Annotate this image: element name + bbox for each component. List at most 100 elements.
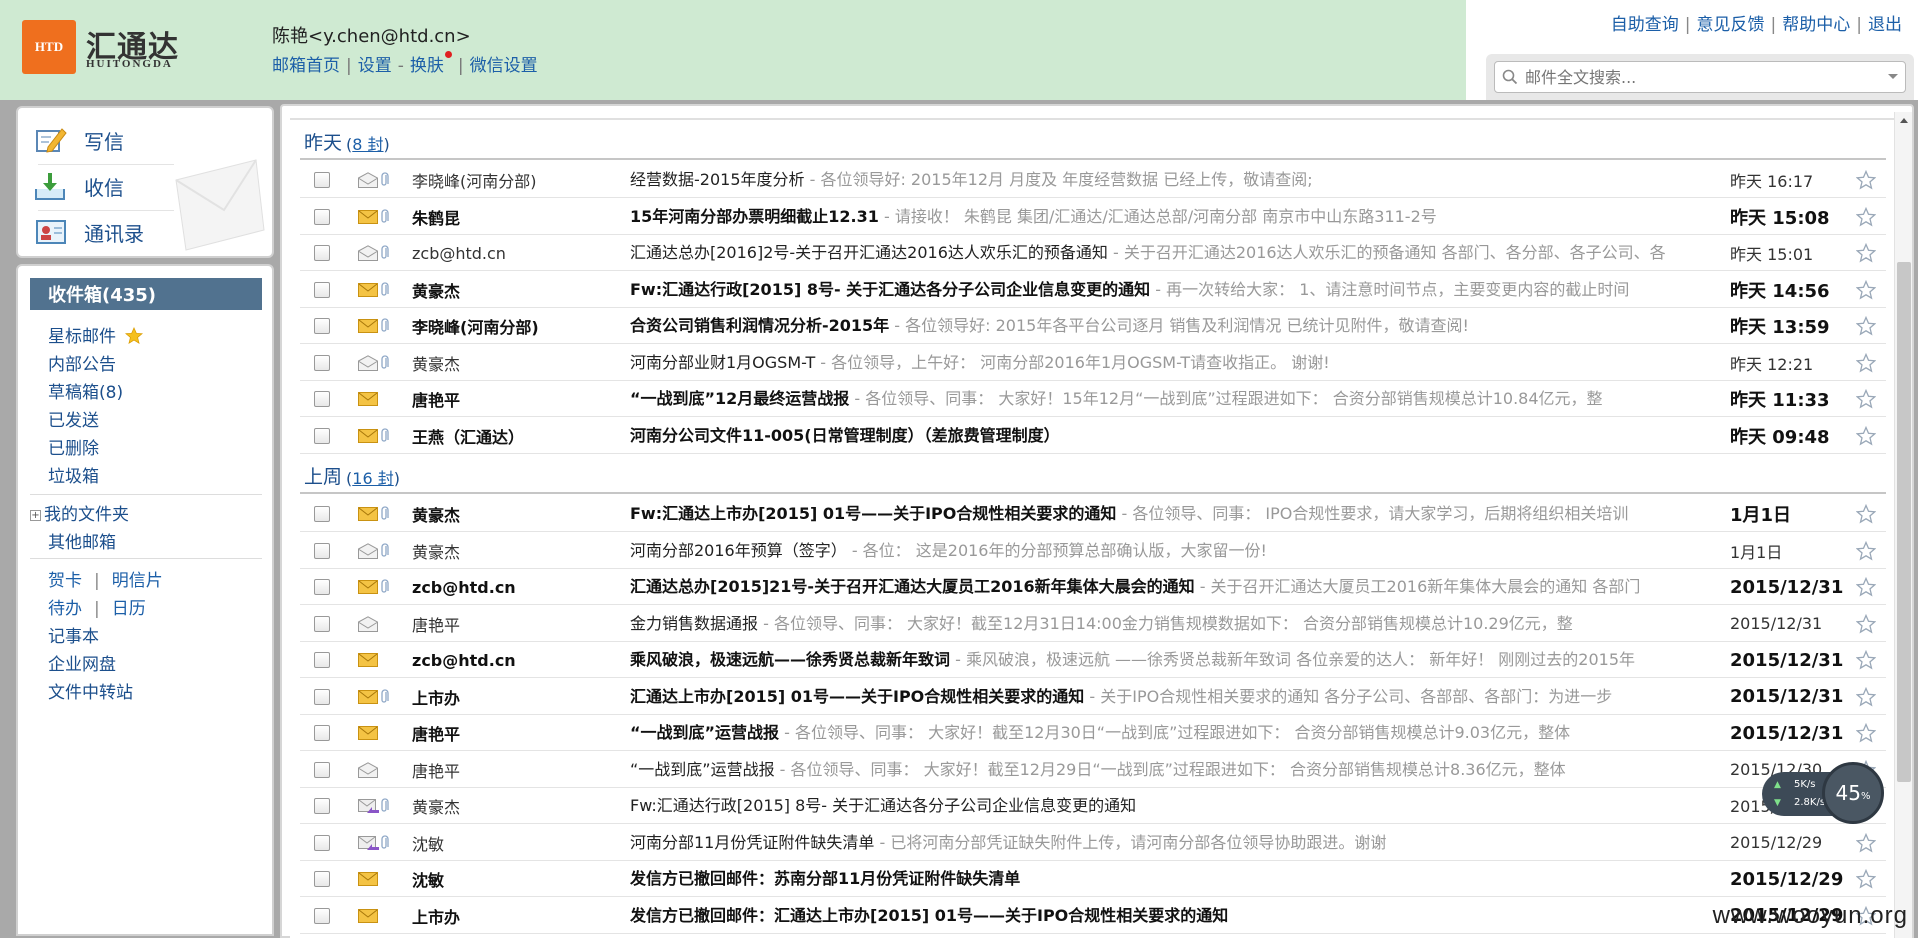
mail-row[interactable]: 黄豪杰 Fw:汇通达行政[2015] 8号- 关于汇通达各分子公司企业信息变更的通… xyxy=(300,272,1886,308)
select-checkbox[interactable] xyxy=(314,715,330,751)
star-outline-icon[interactable] xyxy=(1856,496,1880,532)
mail-subject-line[interactable]: Fw:汇通达上市办[2015] 01号——关于IPO合规性相关要求的通知 - 各… xyxy=(630,496,1690,532)
sidebar-item-starred[interactable]: 星标邮件 xyxy=(48,322,144,347)
star-outline-icon[interactable] xyxy=(1856,272,1880,308)
chevron-down-icon[interactable] xyxy=(1881,73,1905,81)
star-outline-icon[interactable] xyxy=(1856,308,1880,344)
select-checkbox[interactable] xyxy=(314,679,330,715)
select-checkbox[interactable] xyxy=(314,533,330,569)
star-outline-icon[interactable] xyxy=(1856,825,1880,861)
sidebar-item-sent[interactable]: 已发送 xyxy=(48,406,99,431)
network-speed-widget[interactable]: ▲ 5K/s ▼ 2.8K/s 45% xyxy=(1762,762,1884,824)
mail-row[interactable]: zcb@htd.cn 汇通达总办[2016]2号-关于召开汇通达2016达人欢乐汇… xyxy=(300,235,1886,271)
star-outline-icon[interactable] xyxy=(1856,162,1880,198)
star-outline-icon[interactable] xyxy=(1856,533,1880,569)
todo-link[interactable]: 待办 xyxy=(48,599,82,619)
mail-subject-line[interactable]: 15年河南分部办票明细截止12.31 - 请接收！ 朱鹤昆 集团/汇通达/汇通达… xyxy=(630,199,1690,235)
select-checkbox[interactable] xyxy=(314,235,330,271)
mail-subject-line[interactable]: “一战到底”12月最终运营战报 - 各位领导、同事： 大家好！15年12月“一战… xyxy=(630,381,1690,417)
mail-subject-line[interactable]: 发信方已撤回邮件：苏南分部11月份凭证附件缺失清单 xyxy=(630,861,1690,897)
select-checkbox[interactable] xyxy=(314,642,330,678)
select-checkbox[interactable] xyxy=(314,788,330,824)
mail-subject-line[interactable]: 发信方已撤回邮件：汇通达上市办[2015] 01号——关于IPO合规性相关要求的… xyxy=(630,898,1690,934)
mail-subject-line[interactable]: 乘风破浪，极速远航——徐秀贤总裁新年致词 - 乘风破浪，极速远航 ——徐秀贤总裁… xyxy=(630,642,1690,678)
sidebar-item-notebook[interactable]: 记事本 xyxy=(48,622,99,647)
star-outline-icon[interactable] xyxy=(1856,679,1880,715)
mail-row[interactable]: 沈敏 发信方已撤回邮件：苏南分部11月份凭证附件缺失清单 2015/12/29 xyxy=(300,861,1886,897)
wechat-settings-link[interactable]: 微信设置 xyxy=(470,56,538,76)
mail-row[interactable]: 沈敏 河南分部11月份凭证附件缺失清单 - 已将河南分部凭证缺失附件上传，请河南分… xyxy=(300,825,1886,861)
star-outline-icon[interactable] xyxy=(1856,381,1880,417)
scrollbar[interactable] xyxy=(1894,112,1912,938)
sidebar-item-netdisk[interactable]: 企业网盘 xyxy=(48,650,116,675)
select-checkbox[interactable] xyxy=(314,752,330,788)
select-checkbox[interactable] xyxy=(314,825,330,861)
mail-subject-line[interactable]: 河南分公司文件11-005(日常管理制度）（差旅费管理制度） xyxy=(630,418,1690,454)
scroll-thumb[interactable] xyxy=(1897,262,1911,782)
select-checkbox[interactable] xyxy=(314,606,330,642)
star-outline-icon[interactable] xyxy=(1856,606,1880,642)
group-count-link[interactable]: 8 封 xyxy=(352,135,383,154)
mail-row[interactable]: 李晓峰(河南分部) 经营数据-2015年度分析 - 各位领导好: 2015年12月… xyxy=(300,162,1886,198)
help-link[interactable]: 帮助中心 xyxy=(1782,15,1850,35)
mail-subject-line[interactable]: Fw:汇通达行政[2015] 8号- 关于汇通达各分子公司企业信息变更的通知 xyxy=(630,788,1690,824)
mailbox-home-link[interactable]: 邮箱首页 xyxy=(272,56,340,76)
mail-row[interactable]: 黄豪杰 Fw:汇通达上市办[2015] 01号——关于IPO合规性相关要求的通知 … xyxy=(300,496,1886,532)
scroll-up-arrow-icon[interactable] xyxy=(1899,116,1909,124)
mail-subject-line[interactable]: 汇通达上市办[2015] 01号——关于IPO合规性相关要求的通知 - 关于IP… xyxy=(630,679,1690,715)
mail-row[interactable]: 黄豪杰 Fw:汇通达行政[2015] 8号- 关于汇通达各分子公司企业信息变更的通… xyxy=(300,788,1886,824)
star-outline-icon[interactable] xyxy=(1856,418,1880,454)
star-outline-icon[interactable] xyxy=(1856,569,1880,605)
sidebar-item-internal[interactable]: 内部公告 xyxy=(48,350,116,375)
mail-row[interactable]: 上市办 汇通达上市办[2015] 01号——关于IPO合规性相关要求的通知 - 关… xyxy=(300,679,1886,715)
compose-button[interactable]: 写信 xyxy=(34,118,166,162)
sidebar-item-my-folders[interactable]: + 我的文件夹 xyxy=(30,500,129,525)
select-checkbox[interactable] xyxy=(314,162,330,198)
star-outline-icon[interactable] xyxy=(1856,199,1880,235)
star-outline-icon[interactable] xyxy=(1856,235,1880,271)
star-outline-icon[interactable] xyxy=(1856,642,1880,678)
sidebar-item-drafts[interactable]: 草稿箱(8) xyxy=(48,378,123,403)
mail-subject-line[interactable]: 合资公司销售利润情况分析-2015年 - 各位领导好: 2015年各平台公司逐月… xyxy=(630,308,1690,344)
calendar-link[interactable]: 日历 xyxy=(112,599,146,619)
star-outline-icon[interactable] xyxy=(1856,345,1880,381)
select-checkbox[interactable] xyxy=(314,199,330,235)
search-input[interactable] xyxy=(1525,67,1881,87)
star-outline-icon[interactable] xyxy=(1856,861,1880,897)
sidebar-item-inbox[interactable]: 收件箱(435) xyxy=(30,278,262,310)
mail-subject-line[interactable]: 金力销售数据通报 - 各位领导、同事： 大家好！截至12月31日14:00金力销… xyxy=(630,606,1690,642)
sidebar-item-other-mail[interactable]: 其他邮箱 xyxy=(48,528,116,553)
self-service-link[interactable]: 自助查询 xyxy=(1611,15,1679,35)
mail-subject-line[interactable]: 经营数据-2015年度分析 - 各位领导好: 2015年12月 月度及 年度经营… xyxy=(630,162,1690,198)
select-checkbox[interactable] xyxy=(314,496,330,532)
select-checkbox[interactable] xyxy=(314,381,330,417)
search-icon[interactable] xyxy=(1495,69,1525,85)
mail-row[interactable]: 上市办 发信方已撤回邮件：汇通达上市办[2015] 01号——关于IPO合规性相关… xyxy=(300,898,1886,934)
settings-link[interactable]: 设置 xyxy=(358,56,392,76)
mail-row[interactable]: 李晓峰(河南分部) 合资公司销售利润情况分析-2015年 - 各位领导好: 201… xyxy=(300,308,1886,344)
sidebar-item-file-transfer[interactable]: 文件中转站 xyxy=(48,678,133,703)
receive-button[interactable]: 收信 xyxy=(34,164,166,208)
mail-subject-line[interactable]: “一战到底”运营战报 - 各位领导、同事： 大家好！截至12月29日“一战到底”… xyxy=(630,752,1690,788)
expand-plus-icon[interactable]: + xyxy=(30,509,41,521)
select-checkbox[interactable] xyxy=(314,418,330,454)
select-checkbox[interactable] xyxy=(314,345,330,381)
postcard-link[interactable]: 明信片 xyxy=(112,571,163,591)
mail-subject-line[interactable]: 河南分部2016年预算（签字） - 各位： 这是2016年的分部预算总部确认版，… xyxy=(630,533,1690,569)
contacts-button[interactable]: 通讯录 xyxy=(34,210,166,254)
mail-row[interactable]: 黄豪杰 河南分部业财1月OGSM-T - 各位领导，上午好： 河南分部2016年1… xyxy=(300,345,1886,381)
sidebar-item-deleted[interactable]: 已删除 xyxy=(48,434,99,459)
mail-subject-line[interactable]: 河南分部11月份凭证附件缺失清单 - 已将河南分部凭证缺失附件上传，请河南分部各… xyxy=(630,825,1690,861)
group-count-link[interactable]: 16 封 xyxy=(352,469,393,488)
mail-row[interactable]: 唐艳平 金力销售数据通报 - 各位领导、同事： 大家好！截至12月31日14:00… xyxy=(300,606,1886,642)
mail-row[interactable]: zcb@htd.cn 乘风破浪，极速远航——徐秀贤总裁新年致词 - 乘风破浪，极速… xyxy=(300,642,1886,678)
select-checkbox[interactable] xyxy=(314,272,330,308)
mail-row[interactable]: zcb@htd.cn 汇通达总办[2015]21号-关于召开汇通达大厦员工2016… xyxy=(300,569,1886,605)
select-checkbox[interactable] xyxy=(314,308,330,344)
select-checkbox[interactable] xyxy=(314,861,330,897)
mail-row[interactable]: 朱鹤昆 15年河南分部办票明细截止12.31 - 请接收！ 朱鹤昆 集团/汇通达/… xyxy=(300,199,1886,235)
mail-row[interactable]: 黄豪杰 河南分部2016年预算（签字） - 各位： 这是2016年的分部预算总部确… xyxy=(300,533,1886,569)
feedback-link[interactable]: 意见反馈 xyxy=(1697,15,1765,35)
sidebar-item-junk[interactable]: 垃圾箱 xyxy=(48,462,99,487)
mail-subject-line[interactable]: 汇通达总办[2015]21号-关于召开汇通达大厦员工2016新年集体大晨会的通知… xyxy=(630,569,1690,605)
